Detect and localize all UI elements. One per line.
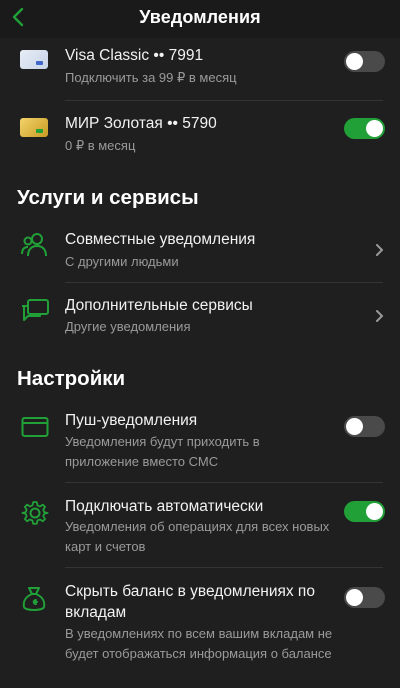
item-label: Дополнительные сервисы: [65, 297, 253, 314]
item-label: Скрыть баланс в уведомлениях по вкладам: [65, 583, 315, 621]
item-subtitle: Уведомления об операциях для всех новых …: [65, 519, 330, 554]
push-notifications-item[interactable]: Пуш-уведомления Уведомления будут приход…: [0, 400, 400, 486]
auto-connect-item[interactable]: Подключать автоматически Уведомления об …: [0, 486, 400, 568]
push-notifications-toggle[interactable]: [344, 416, 385, 437]
chevron-right-icon: [376, 244, 383, 256]
toggle-knob: [366, 503, 383, 520]
item-label: Совместные уведомления: [65, 231, 256, 248]
mir-card-icon: [20, 118, 48, 137]
page-title: Уведомления: [139, 7, 261, 27]
card-name: Visa Classic •• 7991: [65, 47, 204, 64]
card-price: 0 ₽ в месяц: [65, 138, 136, 153]
services-heading: Услуги и сервисы: [17, 186, 199, 209]
card-price: Подключить за 99 ₽ в месяц: [65, 70, 237, 85]
top-bar: Уведомления: [0, 0, 400, 38]
card-row-visa[interactable]: Visa Classic •• 7991 Подключить за 99 ₽ …: [0, 38, 400, 101]
gear-icon: [21, 499, 49, 527]
toggle-knob: [346, 418, 363, 435]
card-name: МИР Золотая •• 5790: [65, 115, 217, 132]
divider: [65, 482, 383, 483]
item-label: Подключать автоматически: [65, 498, 264, 515]
hide-balance-item[interactable]: Скрыть баланс в уведомлениях по вкладам …: [0, 568, 400, 688]
mir-notifications-toggle[interactable]: [344, 118, 385, 139]
item-label: Пуш-уведомления: [65, 412, 198, 429]
money-bag-icon: [21, 585, 47, 613]
toggle-knob: [366, 120, 383, 137]
auto-connect-toggle[interactable]: [344, 501, 385, 522]
hide-balance-toggle[interactable]: [344, 587, 385, 608]
chevron-right-icon: [376, 310, 383, 322]
item-subtitle: С другими людьми: [65, 254, 179, 269]
shared-notifications-item[interactable]: Совместные уведомления С другими людьми: [0, 216, 400, 283]
card-row-mir[interactable]: МИР Золотая •• 5790 0 ₽ в месяц: [0, 100, 400, 162]
settings-heading: Настройки: [17, 367, 126, 390]
item-subtitle: Уведомления будут приходить в приложение…: [65, 434, 260, 469]
people-icon: [20, 232, 50, 258]
item-subtitle: Другие уведомления: [65, 319, 191, 334]
card-outline-icon: [21, 416, 49, 438]
visa-card-icon: [20, 50, 48, 69]
additional-services-item[interactable]: Дополнительные сервисы Другие уведомлени…: [0, 283, 400, 347]
item-subtitle: В уведомлениях по всем вашим вкладам не …: [65, 626, 333, 661]
visa-notifications-toggle[interactable]: [344, 51, 385, 72]
toggle-knob: [346, 589, 363, 606]
toggle-knob: [346, 53, 363, 70]
chat-bubbles-icon: [20, 298, 50, 326]
